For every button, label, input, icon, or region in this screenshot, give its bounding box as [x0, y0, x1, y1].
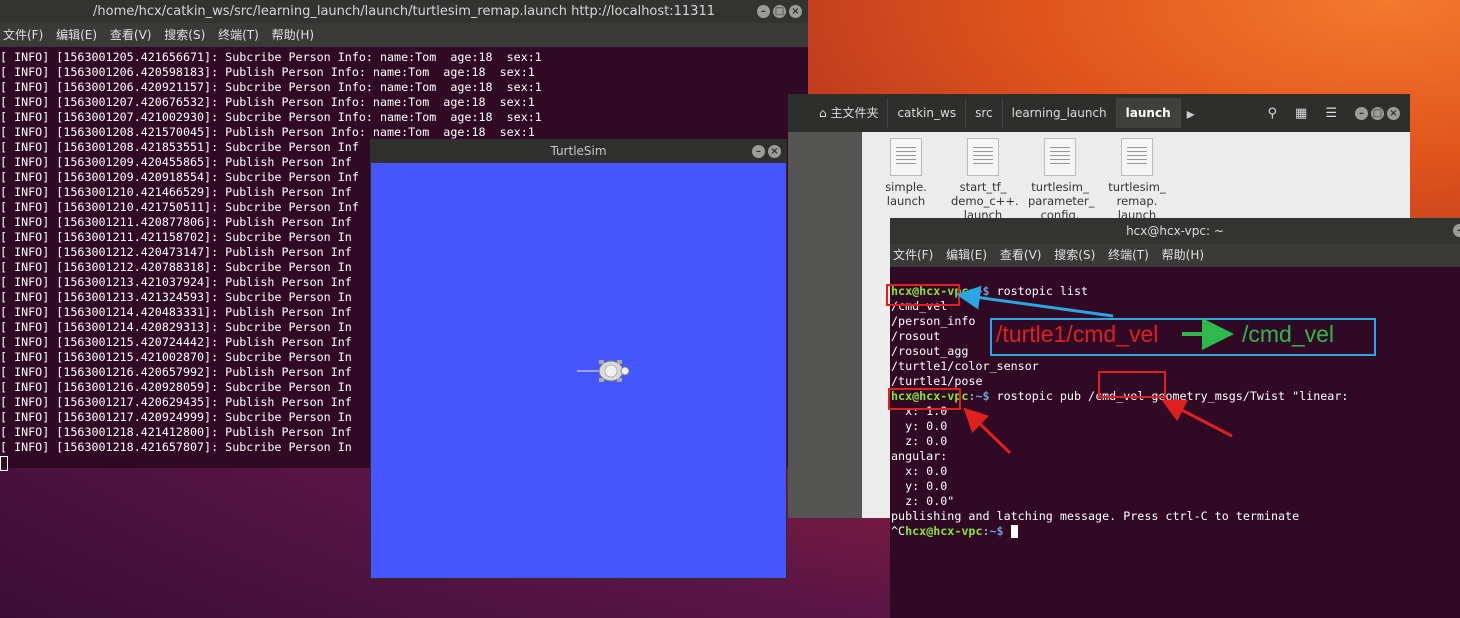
- red-arrow-cmd-vel: [1161, 399, 1233, 438]
- annotation-arrows: [956, 285, 1234, 455]
- red-arrow-x-value: [963, 407, 1012, 455]
- blue-arrow: [956, 285, 1114, 318]
